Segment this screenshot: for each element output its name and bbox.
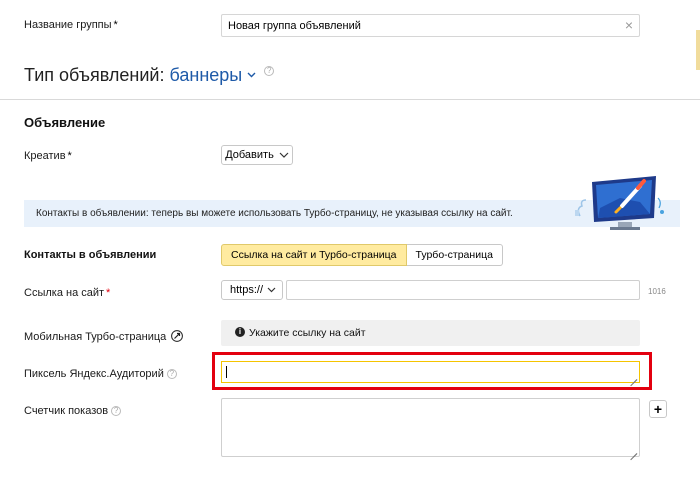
- clear-icon[interactable]: ×: [625, 17, 633, 33]
- site-link-label: Ссылка на сайт *: [24, 287, 111, 299]
- tab-site-and-turbo[interactable]: Ссылка на сайт и Турбо-страница: [221, 244, 407, 266]
- chevron-down-icon: [247, 72, 256, 78]
- tab-turbo-page[interactable]: Турбо-страница: [406, 244, 503, 266]
- turbo-page-notice: i Укажите ссылку на сайт: [221, 320, 640, 346]
- rocket-monitor-illustration: [575, 176, 664, 230]
- group-name-label: Название группы *: [24, 19, 118, 31]
- ad-type-dropdown[interactable]: баннеры: [169, 65, 261, 85]
- resize-handle[interactable]: [630, 447, 637, 454]
- counter-label: Счетчик показов?: [24, 405, 122, 417]
- info-icon: i: [235, 327, 245, 337]
- rocket-icon: [171, 330, 184, 342]
- help-icon[interactable]: ?: [264, 66, 275, 76]
- contacts-label: Контакты в объявлении: [24, 249, 157, 261]
- plus-icon: +: [653, 400, 663, 417]
- text-cursor: [226, 366, 227, 378]
- pixel-label: Пиксель Яндекс.Аудиторий?: [24, 368, 177, 380]
- protocol-select[interactable]: https://: [221, 280, 283, 300]
- counter-textarea[interactable]: [221, 398, 640, 457]
- pixel-input[interactable]: [221, 361, 640, 383]
- resize-handle[interactable]: [630, 373, 637, 380]
- section-title: Объявление: [24, 115, 106, 130]
- add-counter-button[interactable]: +: [649, 400, 667, 418]
- help-icon[interactable]: ?: [111, 406, 122, 416]
- site-url-input[interactable]: [286, 280, 640, 300]
- creative-label: Креатив *: [24, 150, 72, 162]
- group-name-input[interactable]: Новая группа объявлений ×: [221, 14, 640, 37]
- help-icon[interactable]: ?: [166, 369, 177, 379]
- chevron-down-icon: [267, 287, 276, 293]
- chevron-down-icon: [279, 152, 289, 158]
- char-counter: 1016: [648, 287, 666, 296]
- info-banner-text: Контакты в объявлении: теперь вы можете …: [36, 208, 513, 219]
- divider: [0, 99, 700, 100]
- ad-type-heading: Тип объявлений: баннеры ?: [24, 65, 275, 86]
- contacts-tabs: Ссылка на сайт и Турбо-страница Турбо-ст…: [221, 244, 503, 266]
- group-name-value: Новая группа объявлений: [228, 20, 361, 32]
- add-creative-button[interactable]: Добавить: [221, 145, 293, 165]
- scrollbar-hint: [696, 30, 700, 70]
- turbo-page-label: Мобильная Турбо-страница: [24, 330, 184, 343]
